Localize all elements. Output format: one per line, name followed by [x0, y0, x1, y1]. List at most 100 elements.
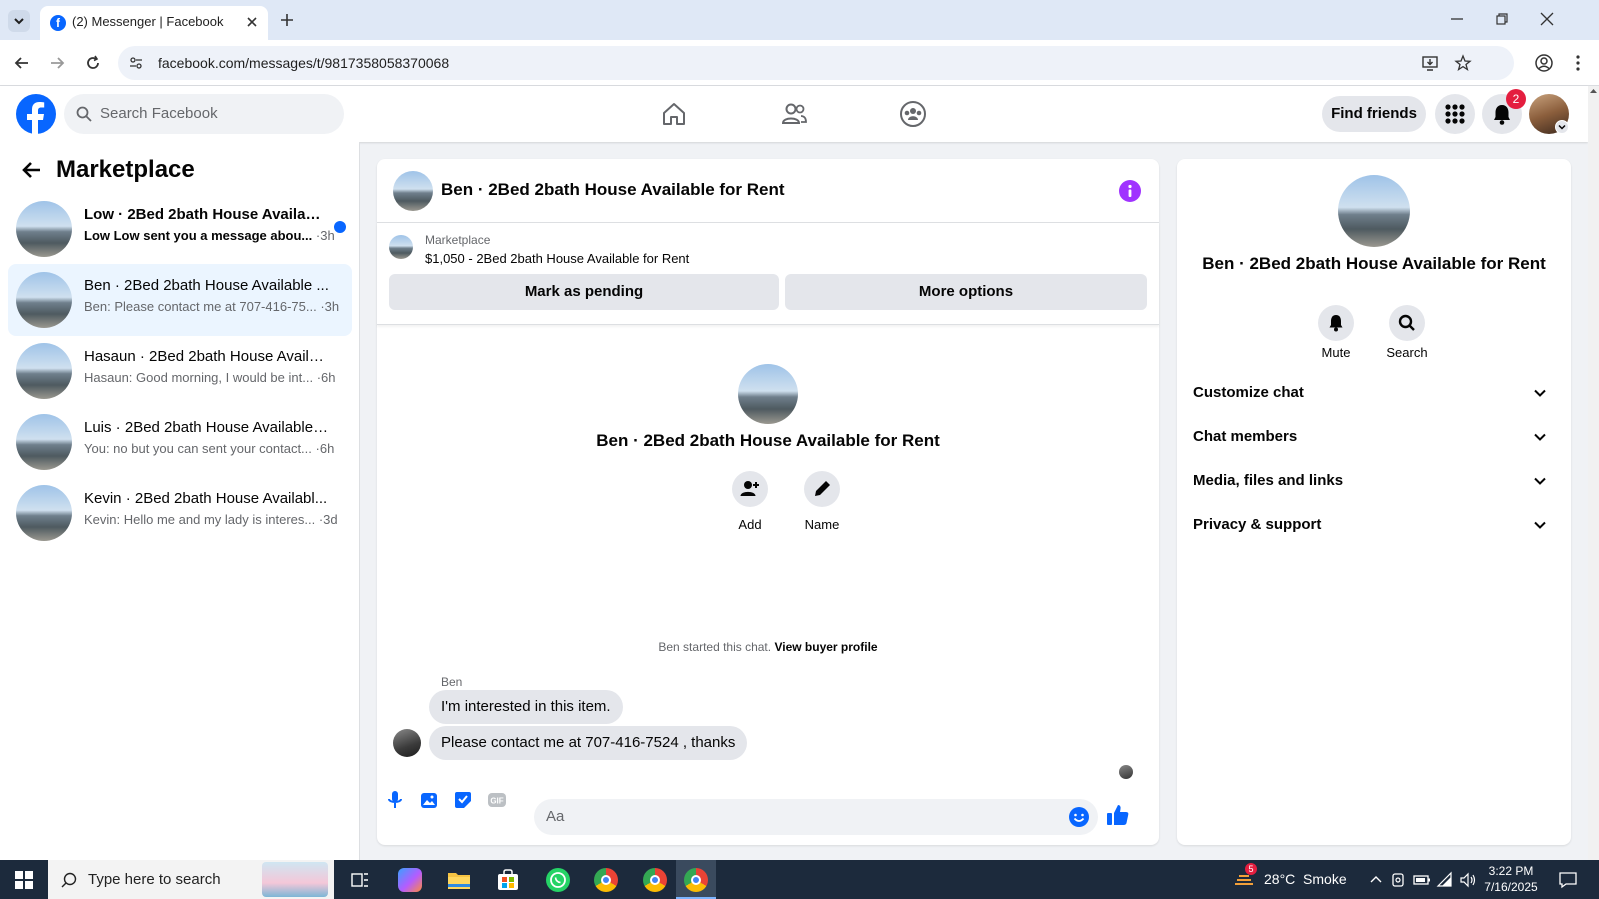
install-app-icon[interactable] [1421, 54, 1439, 72]
restore-window-icon[interactable] [1493, 10, 1511, 28]
conversation-item-kevin[interactable]: Kevin · 2Bed 2bath House Availabl... Kev… [8, 477, 352, 549]
forward-icon[interactable] [47, 53, 67, 73]
media-files-links-section[interactable]: Media, files and links [1193, 463, 1555, 499]
listing-avatar [16, 343, 72, 399]
conversation-title: Ben · 2Bed 2bath House Available for Ren… [596, 431, 940, 450]
volume-icon[interactable] [1459, 871, 1477, 889]
home-nav-icon[interactable] [660, 100, 688, 128]
search-input[interactable]: Search Facebook [64, 94, 344, 134]
minimize-window-icon[interactable] [1448, 10, 1466, 28]
task-view-icon[interactable] [350, 870, 370, 890]
facebook-header: Search Facebook Find friends [0, 86, 1588, 142]
show-hidden-icons-icon[interactable] [1368, 872, 1384, 888]
more-options-button[interactable]: More options [785, 274, 1147, 310]
taskbar-search-input[interactable]: Type here to search [48, 860, 334, 899]
facebook-favicon-icon: f [50, 15, 66, 31]
groups-nav-icon[interactable] [899, 100, 927, 128]
listing-thumbnail[interactable] [389, 235, 413, 259]
conversation-name: Kevin · 2Bed 2bath House Availabl... [84, 490, 328, 507]
windows-start-icon[interactable] [14, 870, 34, 890]
wifi-icon[interactable] [1436, 871, 1454, 889]
browser-tab[interactable]: f (2) Messenger | Facebook [40, 6, 268, 40]
message-bubble[interactable]: I'm interested in this item. [429, 690, 623, 724]
chat-header: Ben · 2Bed 2bath House Available for Ren… [377, 159, 1159, 223]
mute-button[interactable] [1318, 305, 1354, 341]
meet-now-icon[interactable] [1390, 871, 1406, 889]
message-bubble[interactable]: Please contact me at 707-416-7524 , than… [429, 726, 748, 760]
attach-photo-icon[interactable] [417, 788, 441, 812]
whatsapp-icon[interactable] [546, 868, 570, 892]
address-bar[interactable]: facebook.com/messages/t/9817358058370068 [118, 46, 1514, 80]
voice-clip-icon[interactable] [383, 788, 407, 812]
battery-icon[interactable] [1413, 872, 1431, 888]
search-in-conversation-button[interactable] [1389, 305, 1425, 341]
composer-placeholder: Aa [546, 808, 565, 825]
listing-avatar [16, 414, 72, 470]
conversation-name: Luis · 2Bed 2bath House Available ... [84, 419, 329, 436]
bookmark-star-icon[interactable] [1454, 54, 1472, 72]
back-arrow-icon[interactable] [20, 158, 44, 182]
close-window-icon[interactable] [1538, 10, 1556, 28]
mark-as-pending-button[interactable]: Mark as pending [389, 274, 779, 310]
add-people-button[interactable] [732, 471, 768, 507]
notification-count-badge: 2 [1506, 89, 1526, 109]
chat-header-avatar[interactable] [393, 171, 433, 211]
name-label: Name [804, 517, 840, 532]
file-explorer-icon[interactable] [447, 869, 471, 891]
account-chevron-icon[interactable] [1555, 120, 1569, 134]
back-icon[interactable] [12, 53, 32, 73]
site-settings-icon[interactable] [128, 55, 144, 71]
weather-text[interactable]: 28°C Smoke [1264, 871, 1347, 887]
search-placeholder: Search Facebook [100, 105, 218, 122]
message-composer-input[interactable]: Aa [534, 799, 1098, 835]
conversation-snippet: You: no but you can sent your contact...… [84, 441, 335, 456]
friends-nav-icon[interactable] [780, 100, 808, 128]
tab-search-dropdown-icon[interactable] [8, 10, 30, 32]
conversation-snippet: Hasaun: Good morning, I would be int... … [84, 370, 336, 385]
mute-label: Mute [1321, 345, 1351, 360]
info-profile-avatar[interactable] [1338, 175, 1410, 247]
listing-label: Marketplace [425, 233, 491, 247]
menu-grid-button[interactable] [1435, 94, 1475, 134]
notification-center-icon[interactable] [1558, 870, 1578, 890]
conversation-info-icon[interactable] [1119, 180, 1141, 202]
facebook-logo-icon[interactable] [16, 94, 56, 134]
taskbar-clock[interactable]: 3:22 PM 7/16/2025 [1476, 863, 1546, 895]
close-tab-icon[interactable] [244, 14, 260, 30]
listing-price[interactable]: $1,050 - 2Bed 2bath House Available for … [425, 251, 689, 266]
copilot-icon[interactable] [398, 868, 422, 892]
reload-icon[interactable] [83, 53, 103, 73]
chevron-down-icon [1531, 472, 1549, 490]
clock-date: 7/16/2025 [1484, 880, 1538, 894]
conversation-name: Hasaun · 2Bed 2bath House Availa... [84, 348, 329, 365]
edit-name-button[interactable] [804, 471, 840, 507]
conversation-item-hasaun[interactable]: Hasaun · 2Bed 2bath House Availa... Hasa… [8, 335, 352, 407]
chrome-active-window-icon[interactable] [676, 860, 716, 899]
new-tab-icon[interactable] [278, 11, 296, 29]
view-buyer-profile-link[interactable]: View buyer profile [774, 640, 877, 654]
page-scrollbar[interactable] [1588, 86, 1599, 860]
customize-chat-section[interactable]: Customize chat [1193, 375, 1555, 411]
chat-members-section[interactable]: Chat members [1193, 419, 1555, 455]
thumbs-up-icon[interactable] [1105, 802, 1131, 828]
conversation-item-ben[interactable]: Ben · 2Bed 2bath House Available ... Ben… [8, 264, 352, 336]
info-title: Ben · 2Bed 2bath House Available for Ren… [1202, 254, 1546, 273]
sticker-icon[interactable] [451, 788, 475, 812]
chrome-profile-1-icon[interactable] [594, 868, 618, 892]
chrome-profile-2-icon[interactable] [643, 868, 667, 892]
listing-avatar [16, 272, 72, 328]
find-friends-button[interactable]: Find friends [1322, 96, 1426, 132]
privacy-support-section[interactable]: Privacy & support [1193, 507, 1555, 543]
microsoft-store-icon[interactable] [496, 868, 520, 892]
browser-menu-icon[interactable] [1568, 53, 1588, 73]
gif-icon[interactable]: GIF [485, 788, 509, 812]
profile-icon[interactable] [1534, 53, 1554, 73]
browser-toolbar: facebook.com/messages/t/9817358058370068 [0, 40, 1599, 86]
chat-header-title[interactable]: Ben · 2Bed 2bath House Available for Ren… [441, 180, 785, 200]
conversation-item-low[interactable]: Low · 2Bed 2bath House Availabl... Low L… [8, 193, 352, 265]
search-icon [60, 871, 78, 889]
conversation-item-luis[interactable]: Luis · 2Bed 2bath House Available ... Yo… [8, 406, 352, 478]
emoji-icon[interactable] [1068, 806, 1090, 828]
chevron-down-icon [1531, 516, 1549, 534]
chat-started-notice: Ben started this chat. View buyer profil… [658, 640, 878, 654]
